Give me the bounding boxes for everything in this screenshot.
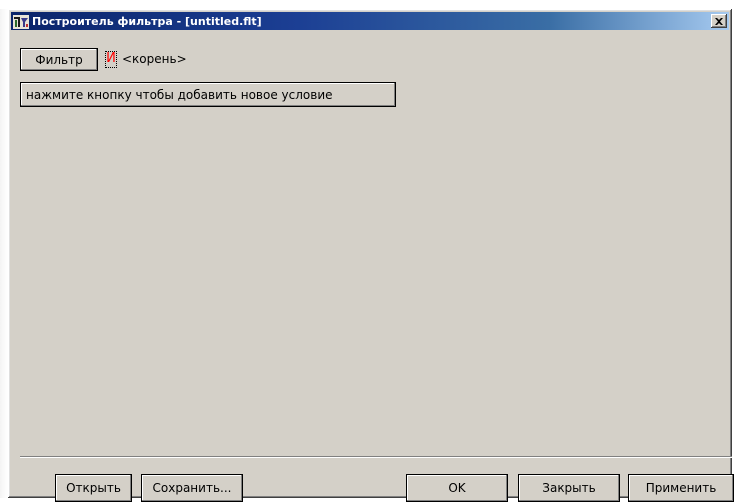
and-operator[interactable]: И [105, 51, 117, 68]
add-condition-button[interactable]: нажмите кнопку чтобы добавить новое усло… [20, 82, 396, 107]
root-node-label[interactable]: <корень> [122, 52, 187, 66]
filter-builder-window: Построитель фильтра - [untitled.flt] Фил… [8, 9, 734, 502]
background-strip [0, 9, 8, 498]
open-button[interactable]: Открыть [55, 474, 132, 502]
close-icon[interactable] [711, 14, 727, 28]
window-title: Построитель фильтра - [untitled.flt] [32, 14, 262, 28]
title-bar[interactable]: Построитель фильтра - [untitled.flt] [11, 12, 729, 30]
filter-builder-app-icon [13, 14, 29, 29]
filter-button[interactable]: Фильтр [20, 48, 98, 71]
filter-tree-area [20, 109, 732, 457]
save-button[interactable]: Сохранить... [141, 474, 243, 502]
ok-button[interactable]: OK [406, 474, 508, 502]
apply-button[interactable]: Применить [628, 474, 734, 502]
close-button[interactable]: Закрыть [518, 474, 620, 502]
